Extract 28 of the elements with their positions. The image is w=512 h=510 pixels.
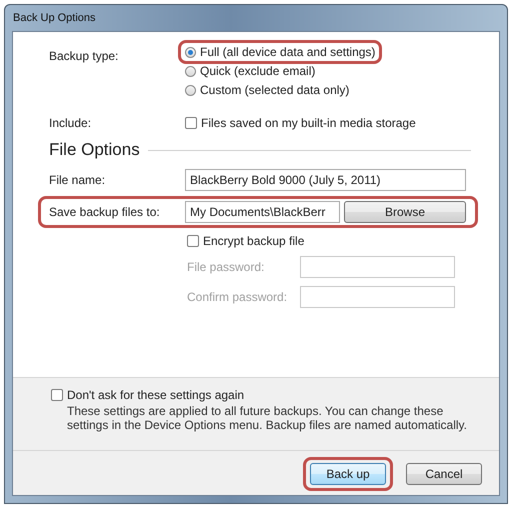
info-text: These settings are applied to all future backups. You can change these settings in the Device Options menu. Backup files are named automatically. [66,404,468,432]
checkbox-label[interactable]: Encrypt backup file [203,234,304,248]
checkbox[interactable] [51,389,63,401]
checkbox-label[interactable]: Don't ask for these settings again [67,388,244,402]
include-label: Include: [48,116,92,130]
password-field[interactable] [300,256,455,278]
folder-field[interactable]: My Documents\BlackBerr [185,201,340,223]
radio-button[interactable] [185,84,196,96]
dialog-button[interactable]: Back up [310,463,386,485]
password-label: File password: [187,260,266,274]
section-heading: File Options [48,140,140,160]
field-label: Save backup files to: [48,205,161,219]
radio-button[interactable] [185,46,196,58]
backup-type-label: Backup type: [48,49,120,63]
window-title: Back Up Options [13,12,96,24]
checkbox[interactable] [185,117,197,129]
radio-label[interactable]: Custom (selected data only) [200,83,350,97]
radio-button[interactable] [185,66,196,76]
browse-button[interactable]: Browse [344,201,466,223]
field-label: File name: [48,173,106,187]
password-label: Confirm password: [187,290,288,304]
radio-label[interactable]: Full (all device data and settings) [200,45,376,59]
password-field[interactable] [300,286,455,308]
checkbox[interactable] [187,235,199,247]
dialog-button[interactable]: Cancel [406,463,482,485]
file-name-field[interactable]: BlackBerry Bold 9000 (July 5, 2011) [185,169,466,191]
radio-label[interactable]: Quick (exclude email) [200,64,316,78]
checkbox-label[interactable]: Files saved on my built-in media storage [201,116,416,130]
